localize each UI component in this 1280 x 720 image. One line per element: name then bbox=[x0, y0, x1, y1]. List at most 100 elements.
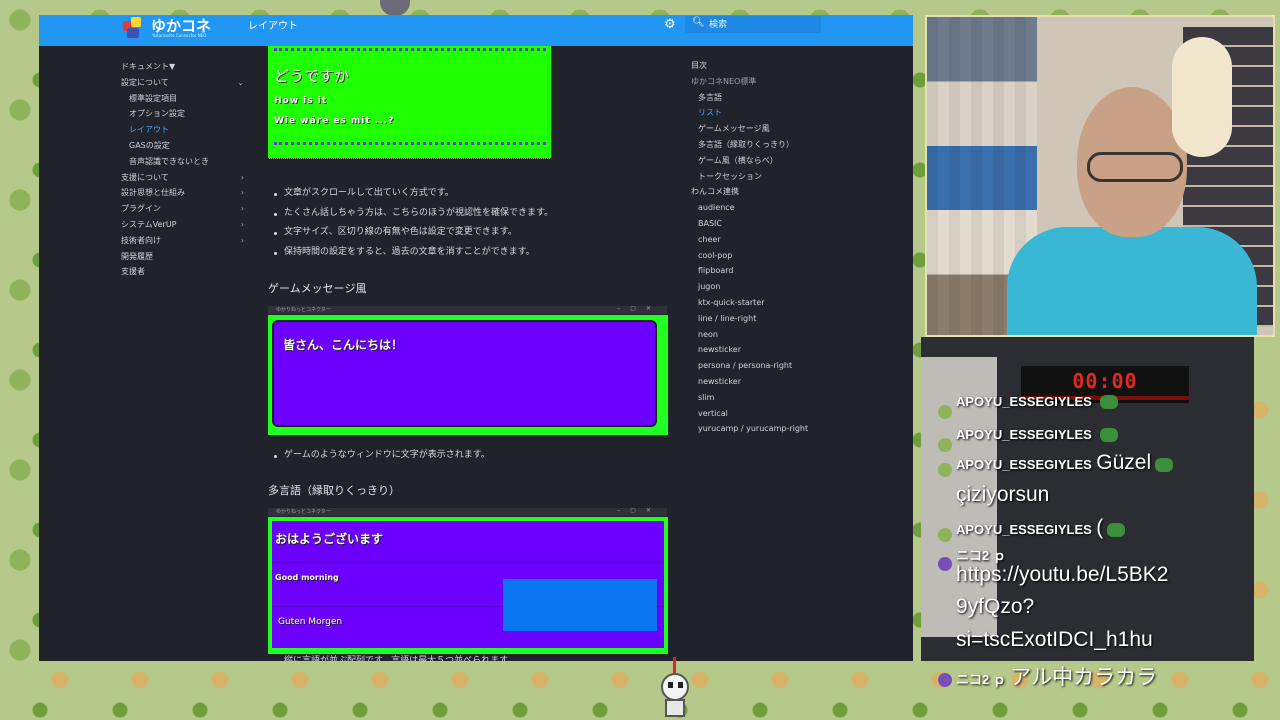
toc-item[interactable]: neon bbox=[691, 327, 841, 343]
toc-item[interactable]: わんコメ連携 bbox=[691, 184, 841, 200]
gear-icon[interactable]: ⚙ bbox=[664, 17, 676, 32]
list-layout-preview: どうですか How is it Wie wäre es mit ...? bbox=[268, 46, 551, 159]
search-input[interactable] bbox=[709, 16, 817, 33]
game-bullets: ゲームのようなウィンドウに文字が表示されます。 bbox=[271, 446, 490, 466]
chat-text: Güzel bbox=[1096, 451, 1152, 474]
toc-item[interactable]: 多言語（縁取りくっきり） bbox=[691, 137, 841, 153]
sidebar-item[interactable]: 支援者 bbox=[121, 264, 246, 280]
window-titlebar: ゆかりねっとコネクター –▢✕ bbox=[268, 507, 667, 516]
sidebar-item-label: 標準設定項目 bbox=[129, 93, 177, 103]
sidebar-item-label: GASの設定 bbox=[129, 140, 170, 150]
window-titlebar: ゆかりねっとコネクター –▢✕ bbox=[268, 305, 667, 314]
toc-item[interactable]: yurucamp / yurucamp-right bbox=[691, 421, 841, 437]
sidebar-item[interactable]: レイアウト bbox=[121, 122, 246, 138]
toc-item[interactable]: newsticker bbox=[691, 374, 841, 390]
logo-subtitle: Yukarinette Connector NEO bbox=[152, 33, 207, 38]
left-nav: ドキュメント▼ 設定について ⌄ 標準設定項目 オプション設定 レイアウト GASの設定音声… bbox=[121, 59, 246, 280]
chat-message: APOYU_ESSEGIYLES bbox=[956, 393, 1119, 411]
sidebar-item-label: オプション設定 bbox=[129, 109, 185, 119]
toc-item[interactable]: トークセッション bbox=[691, 169, 841, 185]
bullet-item: ゲームのようなウィンドウに文字が表示されます。 bbox=[271, 446, 490, 466]
chevron-right-icon[interactable]: › bbox=[241, 185, 244, 201]
chat-text: ( bbox=[1096, 516, 1104, 539]
bullet-item: 文章がスクロールして出ていく方式です。 bbox=[271, 184, 553, 204]
window-controls: –▢✕ bbox=[617, 507, 661, 514]
chat-message: si=tscExotIDCI_h1hu bbox=[956, 628, 1153, 652]
chat-message: çiziyorsun bbox=[956, 483, 1049, 507]
window-title: ゆかりねっとコネクター bbox=[276, 307, 331, 313]
chevron-right-icon[interactable]: › bbox=[241, 201, 244, 217]
chevron-right-icon[interactable]: › bbox=[241, 233, 244, 249]
multilang-line-de: Guten Morgen bbox=[278, 617, 343, 627]
sidebar-item[interactable]: システムVerUP › bbox=[121, 217, 246, 233]
sidebar-item-label: レイアウト bbox=[129, 125, 169, 135]
toc-item[interactable]: persona / persona-right bbox=[691, 358, 841, 374]
preview-line-en: How is it bbox=[274, 96, 328, 106]
bullet-item: 文字サイズ、区切り線の有無や色は設定で変更できます。 bbox=[271, 223, 553, 243]
chevron-right-icon[interactable]: › bbox=[241, 170, 244, 186]
avatar bbox=[938, 528, 952, 542]
avatar bbox=[938, 673, 952, 687]
dotted-divider bbox=[274, 142, 546, 145]
toc-item[interactable]: flipboard bbox=[691, 263, 841, 279]
sidebar-item[interactable]: 設計思想と仕組み › bbox=[121, 185, 246, 201]
sidebar-item[interactable]: ドキュメント▼ bbox=[121, 59, 246, 75]
sidebar-item[interactable]: 技術者向け › bbox=[121, 233, 246, 249]
chat-message: https://youtu.be/L5BK2 bbox=[956, 563, 1168, 587]
sidebar-item[interactable]: 音声認識できないとき bbox=[121, 154, 246, 170]
chat-text: アル中カラカラ bbox=[1010, 666, 1158, 689]
table-of-contents: 目次ゆかコネNEO標準 多言語 リスト ゲームメッセージ風 多言語（縁取りくっきり） ゲー… bbox=[691, 58, 841, 437]
chat-username: APOYU_ESSEGIYLES bbox=[956, 522, 1092, 537]
toc-item[interactable]: cool-pop bbox=[691, 248, 841, 264]
sidebar-item[interactable]: 設定について ⌄ bbox=[121, 75, 246, 91]
chat-message: APOYU_ESSEGIYLES ( bbox=[956, 516, 1126, 540]
chevron-right-icon[interactable]: › bbox=[241, 217, 244, 233]
game-message-window: 皆さん、こんにちは！ bbox=[272, 320, 657, 427]
toc-item[interactable]: newsticker bbox=[691, 342, 841, 358]
toc-heading: 目次 bbox=[691, 61, 707, 70]
chat-message: ニコ2 ｐ アル中カラカラ bbox=[956, 661, 1157, 691]
toc-item[interactable]: line / line-right bbox=[691, 311, 841, 327]
sidebar-item-label: 支援者 bbox=[121, 267, 145, 277]
toc-item[interactable]: audience bbox=[691, 200, 841, 216]
mascot-bottom-sprite bbox=[658, 655, 692, 719]
search-box[interactable]: 🔍︎ bbox=[685, 16, 821, 33]
toc-item[interactable]: ゲーム風（横ならべ） bbox=[691, 153, 841, 169]
timer-text: 00:00 bbox=[1072, 369, 1138, 393]
chat-message: APOYU_ESSEGIYLES bbox=[956, 426, 1119, 444]
chat-message: ニコ2 ｐ bbox=[956, 545, 1006, 565]
logo-icon[interactable] bbox=[121, 17, 145, 41]
toc-item[interactable]: slim bbox=[691, 390, 841, 406]
sidebar-item[interactable]: GASの設定 bbox=[121, 138, 246, 154]
sidebar-item[interactable]: 標準設定項目 bbox=[121, 91, 246, 107]
toc-item[interactable]: jugon bbox=[691, 279, 841, 295]
cut-off-text: 縦に言語が並ぶ配列です。言語は最大５つ並べられます。 bbox=[284, 656, 517, 661]
sidebar-item[interactable]: 支援について › bbox=[121, 170, 246, 186]
sidebar-item-label: 設定について bbox=[121, 77, 169, 87]
avatar bbox=[938, 405, 952, 419]
section-heading-multilang: 多言語（縁取りくっきり） bbox=[268, 484, 400, 497]
multilang-row: おはようございます bbox=[272, 521, 664, 563]
chat-message: APOYU_ESSEGIYLES Güzel bbox=[956, 451, 1174, 475]
chevron-down-icon[interactable]: ⌄ bbox=[237, 75, 244, 91]
toc-item[interactable]: 多言語 bbox=[691, 90, 841, 106]
toc-item[interactable]: ゆかコネNEO標準 bbox=[691, 74, 841, 90]
toc-item[interactable]: cheer bbox=[691, 232, 841, 248]
emote-icon bbox=[1100, 427, 1119, 442]
chat-text: https://youtu.be/L5BK2 bbox=[956, 563, 1169, 586]
chat-username: APOYU_ESSEGIYLES bbox=[956, 394, 1092, 409]
sidebar-item[interactable]: プラグイン › bbox=[121, 201, 246, 217]
mascot-top-sprite bbox=[380, 0, 410, 16]
toc-item[interactable]: リスト bbox=[691, 105, 841, 121]
toc-item[interactable]: vertical bbox=[691, 406, 841, 422]
window-title: ゆかりねっとコネクター bbox=[276, 509, 331, 515]
sidebar-item[interactable]: 開発履歴 bbox=[121, 249, 246, 265]
chat-username: ニコ2 ｐ bbox=[956, 548, 1006, 563]
toc-item[interactable]: ゲームメッセージ風 bbox=[691, 121, 841, 137]
toc-item[interactable]: BASIC bbox=[691, 216, 841, 232]
bullet-item: たくさん話しちゃう方は、こちらのほうが視認性を確保できます。 bbox=[271, 204, 553, 224]
sidebar-item[interactable]: オプション設定 bbox=[121, 106, 246, 122]
toc-item[interactable]: ktx-quick-starter bbox=[691, 295, 841, 311]
chat-text: 9yfQzo? bbox=[956, 595, 1035, 618]
sidebar-item-label: 設計思想と仕組み bbox=[121, 188, 185, 198]
